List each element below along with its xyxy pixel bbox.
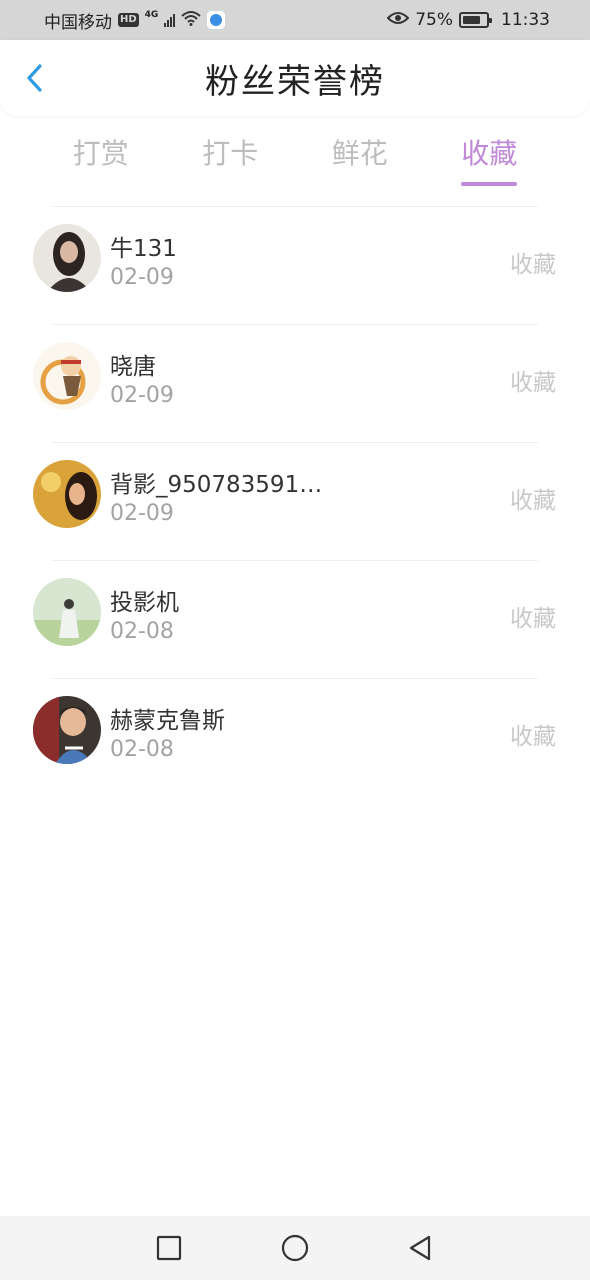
status-left: 中国移动 HD 4G [44, 8, 226, 33]
fan-name: 牛131 [110, 236, 177, 262]
fan-name: 背影_950783591… [110, 472, 323, 498]
home-button[interactable] [281, 1234, 309, 1262]
avatar [33, 342, 101, 410]
action-label: 收藏 [510, 252, 556, 278]
chevron-left-icon [27, 64, 42, 92]
tab-favorites[interactable]: 收藏 [439, 124, 539, 190]
back-button[interactable] [14, 58, 54, 98]
eye-icon [386, 10, 410, 30]
recent-apps-button[interactable] [155, 1234, 183, 1262]
list-item[interactable]: 赫蒙克鲁斯 02-08 收藏 [0, 679, 590, 796]
fan-date: 02-08 [110, 619, 174, 644]
nav-back-button[interactable] [406, 1234, 434, 1262]
app-header: 粉丝荣誉榜 [0, 40, 590, 116]
tab-active-indicator [461, 182, 518, 186]
tab-label: 打卡 [202, 137, 259, 170]
action-label: 收藏 [510, 606, 556, 632]
signal-icon [164, 13, 176, 27]
tab-checkin[interactable]: 打卡 [180, 124, 280, 190]
fan-list: 牛131 02-09 收藏 晓唐 02-09 收藏 背影_950783591… … [0, 206, 590, 796]
tab-label: 打赏 [72, 137, 129, 170]
avatar [33, 460, 101, 528]
tab-flowers[interactable]: 鲜花 [310, 124, 410, 190]
battery-percent: 75% [415, 10, 453, 30]
tab-label: 鲜花 [331, 137, 388, 170]
status-bar: 中国移动 HD 4G 75% 11:33 [0, 0, 590, 40]
action-label: 收藏 [510, 724, 556, 750]
fan-date: 02-09 [110, 501, 174, 526]
list-item[interactable]: 牛131 02-09 收藏 [0, 207, 590, 324]
action-label: 收藏 [510, 488, 556, 514]
fan-date: 02-09 [110, 265, 174, 290]
system-nav-bar [0, 1216, 590, 1280]
page-title: 粉丝荣誉榜 [205, 61, 385, 102]
square-icon [156, 1235, 182, 1261]
status-right: 75% 11:33 [386, 10, 550, 30]
clock: 11:33 [501, 10, 550, 30]
fan-name: 赫蒙克鲁斯 [110, 708, 225, 734]
circle-icon [281, 1234, 309, 1262]
avatar [33, 578, 101, 646]
tab-bar: 打赏 打卡 鲜花 收藏 [0, 124, 590, 190]
tab-label: 收藏 [461, 137, 518, 170]
avatar [33, 696, 101, 764]
screen: 中国移动 HD 4G 75% 11:33 粉丝荣誉榜 打赏 打卡 鲜花 收藏 牛… [0, 0, 590, 1280]
wifi-icon [181, 10, 201, 31]
carrier-label: 中国移动 [44, 12, 112, 33]
fan-date: 02-09 [110, 383, 174, 408]
fan-name: 晓唐 [110, 354, 156, 380]
list-item[interactable]: 背影_950783591… 02-09 收藏 [0, 443, 590, 560]
hd-badge: HD [118, 13, 139, 27]
tab-reward[interactable]: 打赏 [51, 124, 151, 190]
network-type: 4G [144, 10, 159, 20]
battery-icon [459, 12, 492, 28]
list-item[interactable]: 投影机 02-08 收藏 [0, 561, 590, 678]
fan-name: 投影机 [110, 590, 179, 616]
list-item[interactable]: 晓唐 02-09 收藏 [0, 325, 590, 442]
browser-notification-icon [207, 11, 226, 29]
avatar [33, 224, 101, 292]
action-label: 收藏 [510, 370, 556, 396]
fan-date: 02-08 [110, 737, 174, 762]
triangle-back-icon [409, 1235, 431, 1261]
